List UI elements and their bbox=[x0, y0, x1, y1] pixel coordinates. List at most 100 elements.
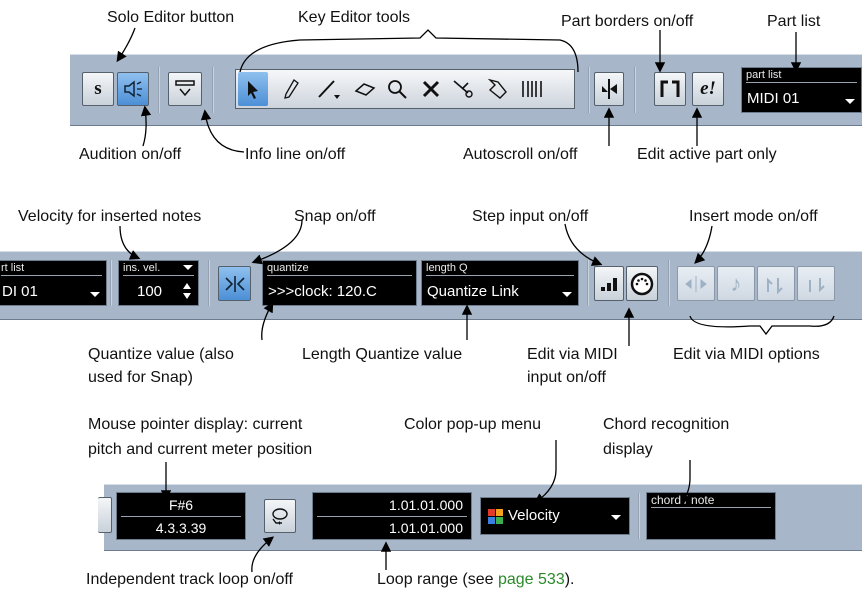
insert-mode-icon bbox=[685, 275, 707, 292]
color-popup-value: Velocity bbox=[508, 507, 560, 524]
length-quantize-value: Quantize Link bbox=[427, 283, 519, 300]
arrow-pointer-icon bbox=[248, 81, 258, 99]
step-input-button[interactable] bbox=[594, 266, 624, 301]
color-popup-menu[interactable]: Velocity bbox=[480, 497, 630, 535]
page-link[interactable]: page 533 bbox=[498, 571, 565, 588]
key-editor-toolbar-right: rt list DI 01 ins. vel. 100 quantize >>>… bbox=[0, 251, 862, 320]
mouse-display-label-line2: pitch and current meter position bbox=[88, 441, 313, 458]
erase-tool[interactable] bbox=[350, 72, 380, 106]
mute-tool[interactable] bbox=[416, 72, 446, 106]
separator bbox=[587, 260, 589, 306]
solo-editor-button[interactable]: s bbox=[82, 72, 114, 106]
separator bbox=[638, 493, 640, 539]
separator bbox=[212, 67, 214, 113]
object-selection-tool[interactable] bbox=[238, 72, 268, 106]
audition-button[interactable] bbox=[117, 72, 149, 106]
mouse-display-label-line1: Mouse pointer display: current bbox=[88, 416, 303, 433]
key-editor-tools-label: Key Editor tools bbox=[298, 9, 411, 26]
part-borders-button[interactable] bbox=[654, 72, 686, 106]
edit-via-midi-button[interactable] bbox=[626, 266, 658, 301]
solo-editor-label: Solo Editor button bbox=[107, 9, 235, 26]
clipped-button[interactable] bbox=[98, 497, 112, 533]
insert-velocity-field[interactable]: ins. vel. 100 bbox=[118, 260, 199, 306]
quantize-value-label-line2: used for Snap) bbox=[88, 369, 193, 386]
quantize-dropdown[interactable]: quantize >>>clock: 120.C bbox=[262, 260, 417, 306]
chord-recognition-display: chord / note bbox=[646, 492, 776, 540]
midi-note-length-button[interactable]: ♪ bbox=[717, 266, 755, 301]
insert-mode-label: Insert mode on/off bbox=[689, 208, 818, 225]
midi-plug-icon bbox=[630, 272, 654, 295]
separator bbox=[668, 260, 670, 306]
loop-icon bbox=[272, 508, 288, 525]
key-editor-toolbar-bottom: F#6 4.3.3.39 1.01.01.000 1.01.01.000 Vel… bbox=[98, 484, 862, 551]
part-list-value: MIDI 01 bbox=[747, 90, 800, 107]
color-swatch-icon bbox=[488, 509, 503, 524]
quantize-value-label-line1: Quantize value (also bbox=[88, 346, 234, 363]
drumstick-tool[interactable] bbox=[516, 72, 550, 106]
snap-button[interactable] bbox=[218, 266, 251, 301]
chevron-down-icon bbox=[562, 292, 572, 297]
independent-loop-label: Independent track loop on/off bbox=[86, 571, 293, 588]
separator bbox=[634, 67, 636, 113]
velocity-label: Velocity for inserted notes bbox=[18, 208, 202, 225]
length-quantize-dropdown[interactable]: length Q Quantize Link bbox=[421, 260, 579, 306]
part-list-value: DI 01 bbox=[2, 283, 38, 300]
pitch-arrow-icon bbox=[767, 277, 783, 294]
loop-range-prefix: Loop range (see bbox=[377, 571, 498, 588]
edit-via-midi-label-line1: Edit via MIDI bbox=[527, 346, 618, 363]
chevron-down-icon bbox=[611, 515, 621, 520]
key-editor-toolbar: s e! part list MIDI 01 bbox=[70, 54, 862, 126]
cross-icon bbox=[422, 80, 440, 98]
loop-end[interactable]: 1.01.01.000 bbox=[389, 519, 463, 537]
loop-range-suffix: ). bbox=[564, 571, 575, 588]
insert-mode-button[interactable] bbox=[677, 266, 715, 301]
separator bbox=[588, 67, 590, 113]
chord-display-label-line2: display bbox=[603, 441, 653, 458]
autoscroll-button[interactable] bbox=[594, 72, 624, 106]
chord-display-label-line1: Chord recognition bbox=[603, 416, 730, 433]
line-tool[interactable] bbox=[312, 72, 346, 106]
glue-tube-icon bbox=[487, 78, 507, 99]
autoscroll-icon bbox=[602, 79, 617, 99]
line-tool-icon bbox=[318, 80, 340, 99]
step-input-icon bbox=[601, 277, 617, 291]
loop-range-display[interactable]: 1.01.01.000 1.01.01.000 bbox=[312, 492, 472, 540]
edit-active-part-icon: e! bbox=[700, 78, 716, 99]
info-line-icon bbox=[175, 80, 195, 97]
glue-tool[interactable] bbox=[482, 72, 512, 106]
draw-tool[interactable] bbox=[276, 72, 306, 106]
independent-loop-button[interactable] bbox=[264, 499, 296, 533]
part-list-dropdown[interactable]: part list MIDI 01 bbox=[741, 67, 862, 113]
info-line-button[interactable] bbox=[168, 72, 202, 106]
quantize-field-label: quantize bbox=[267, 261, 412, 276]
length-quantize-field-label: length Q bbox=[426, 261, 574, 276]
part-borders-label: Part borders on/off bbox=[561, 13, 694, 30]
part-list-dropdown[interactable]: rt list DI 01 bbox=[0, 260, 107, 306]
separator bbox=[110, 260, 112, 306]
edit-active-part-button[interactable]: e! bbox=[692, 72, 724, 106]
snap-icon bbox=[224, 275, 245, 292]
split-tool[interactable] bbox=[448, 72, 478, 106]
part-list-field-label: part list bbox=[746, 68, 857, 83]
midi-velocity-button[interactable] bbox=[797, 266, 835, 301]
audition-label: Audition on/off bbox=[79, 146, 182, 163]
midi-pitch-button[interactable] bbox=[757, 266, 795, 301]
velocity-arrow-icon bbox=[809, 277, 825, 292]
separator bbox=[208, 260, 210, 306]
speaker-icon bbox=[124, 80, 142, 98]
info-line-label: Info line on/off bbox=[245, 146, 346, 163]
spinner-arrows-icon[interactable] bbox=[182, 281, 192, 301]
color-menu-label: Color pop-up menu bbox=[404, 416, 541, 433]
edit-via-midi-options-label: Edit via MIDI options bbox=[673, 346, 820, 363]
current-pitch: F#6 bbox=[168, 497, 194, 513]
magnifier-icon bbox=[388, 80, 407, 99]
key-editor-tools-group bbox=[235, 69, 575, 109]
note-icon: ♪ bbox=[730, 270, 742, 296]
scissors-icon bbox=[453, 80, 473, 98]
zoom-tool[interactable] bbox=[382, 72, 412, 106]
loop-start[interactable]: 1.01.01.000 bbox=[389, 496, 463, 514]
chevron-down-icon bbox=[90, 292, 100, 297]
length-quantize-label: Length Quantize value bbox=[302, 346, 463, 363]
part-borders-icon bbox=[660, 80, 680, 97]
insert-velocity-value: 100 bbox=[137, 283, 163, 300]
